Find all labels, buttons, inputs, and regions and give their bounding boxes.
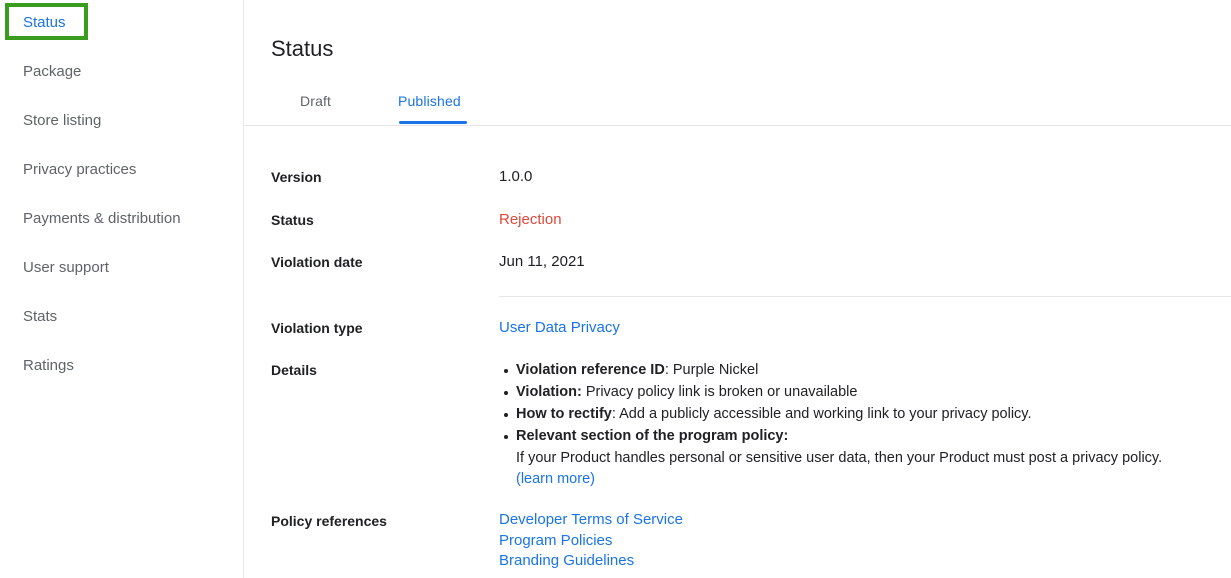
app-root: Status Package Store listing Privacy pra… xyxy=(0,0,1231,578)
field-label-details: Details xyxy=(271,362,317,378)
details-term: How to rectify xyxy=(516,406,612,422)
details-item-how-to-rectify: How to rectify: Add a publicly accessibl… xyxy=(504,404,1219,426)
details-learn-more-wrap: (learn more) xyxy=(516,469,1219,491)
field-label-status: Status xyxy=(271,212,314,228)
details-separator: : xyxy=(664,362,673,378)
details-term: Violation reference ID xyxy=(516,362,665,378)
tab-bar: Draft Published xyxy=(244,86,1231,125)
sidebar-item-status[interactable]: Status xyxy=(23,13,66,33)
details-text: Purple Nickel xyxy=(672,362,759,378)
sidebar-item-store-listing[interactable]: Store listing xyxy=(23,111,101,131)
details-list: Violation reference ID: Purple Nickel Vi… xyxy=(499,360,1219,491)
policy-reference-item: Developer Terms of Service xyxy=(499,510,683,531)
tab-published[interactable]: Published xyxy=(398,86,461,116)
violation-type-link[interactable]: User Data Privacy xyxy=(499,319,620,336)
sidebar-item-label: Stats xyxy=(23,308,58,325)
field-value-version: 1.0.0 xyxy=(499,168,533,185)
sidebar-item-label: Payments & distribution xyxy=(23,210,181,227)
details-term: Violation: xyxy=(516,384,582,400)
status-badge: Rejection xyxy=(499,211,562,228)
policy-reference-item: Branding Guidelines xyxy=(499,551,683,572)
sidebar-item-label: Package xyxy=(23,63,82,80)
policy-reference-item: Program Policies xyxy=(499,531,683,552)
sidebar-item-label: Store listing xyxy=(23,112,102,129)
sidebar-item-ratings[interactable]: Ratings xyxy=(23,356,74,376)
details-term: Relevant section of the program policy: xyxy=(516,428,789,444)
sidebar-item-stats[interactable]: Stats xyxy=(23,307,57,327)
section-divider xyxy=(499,296,1231,297)
field-label-policy-references: Policy references xyxy=(271,513,387,529)
details-text: Privacy policy link is broken or unavail… xyxy=(581,384,858,400)
field-label-violation-date: Violation date xyxy=(271,254,363,270)
sidebar: Status Package Store listing Privacy pra… xyxy=(0,0,244,578)
policy-link-program-policies[interactable]: Program Policies xyxy=(499,532,612,549)
sidebar-item-label: User support xyxy=(23,259,109,276)
tab-bar-divider xyxy=(244,125,1231,126)
main-content: Status Draft Published Version 1.0.0 Sta… xyxy=(244,0,1231,578)
details-text: Add a publicly accessible and working li… xyxy=(619,406,1032,422)
field-label-version: Version xyxy=(271,169,322,185)
details-item-violation-reference-id: Violation reference ID: Purple Nickel xyxy=(504,360,1219,382)
policy-link-branding-guidelines[interactable]: Branding Guidelines xyxy=(499,552,634,569)
tab-label: Published xyxy=(398,93,461,109)
page-title: Status xyxy=(271,35,334,61)
tab-draft[interactable]: Draft xyxy=(300,86,331,116)
policy-references-list: Developer Terms of Service Program Polic… xyxy=(499,510,683,572)
details-item-violation: Violation: Privacy policy link is broken… xyxy=(504,382,1219,404)
tab-label: Draft xyxy=(300,93,332,109)
sidebar-item-user-support[interactable]: User support xyxy=(23,258,109,278)
sidebar-item-label: Status xyxy=(23,14,66,31)
field-value-violation-date: Jun 11, 2021 xyxy=(499,253,585,270)
learn-more-link[interactable]: (learn more) xyxy=(516,471,595,487)
details-item-relevant-section: Relevant section of the program policy: … xyxy=(504,426,1219,491)
sidebar-item-payments-distribution[interactable]: Payments & distribution xyxy=(23,209,181,229)
sidebar-item-privacy-practices[interactable]: Privacy practices xyxy=(23,160,136,180)
field-label-violation-type: Violation type xyxy=(271,320,363,336)
sidebar-item-label: Privacy practices xyxy=(23,161,137,178)
active-tab-indicator xyxy=(399,121,467,124)
details-policy-text: If your Product handles personal or sens… xyxy=(516,449,1163,466)
sidebar-item-package[interactable]: Package xyxy=(23,62,81,82)
sidebar-item-label: Ratings xyxy=(23,357,74,374)
field-value-violation-type: User Data Privacy xyxy=(499,318,620,338)
policy-link-developer-terms-of-service[interactable]: Developer Terms of Service xyxy=(499,511,683,528)
